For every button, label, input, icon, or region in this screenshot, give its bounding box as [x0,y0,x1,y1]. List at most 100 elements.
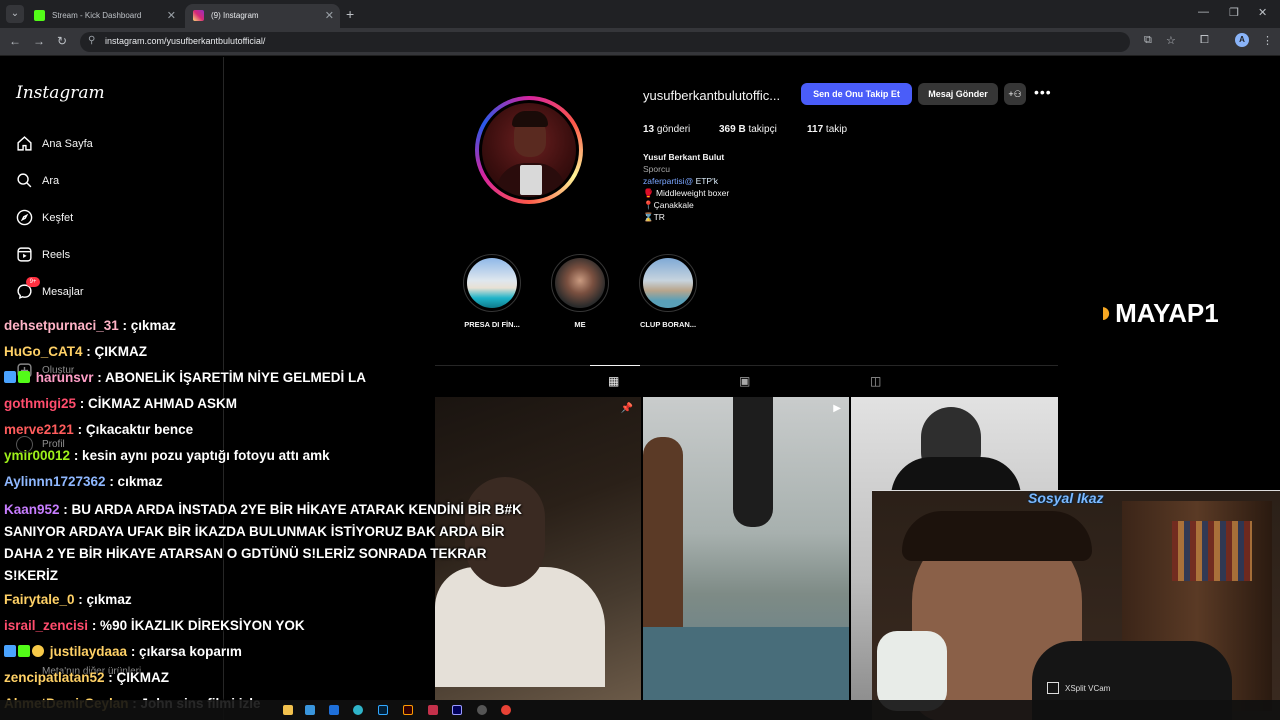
sidebar-item-home[interactable]: Ana Sayfa [16,133,206,157]
story-highlight[interactable]: ME [540,254,620,329]
photoshop-icon[interactable] [378,705,388,715]
chat-message: ymir00012 : kesin aynı pozu yaptığı foto… [4,448,330,463]
tab-title: (9) Instagram [211,11,259,20]
suggested-users-icon[interactable]: +⚇ [1004,83,1026,105]
xsplit-watermark: XSplit VCam [1047,682,1110,694]
outlook-icon[interactable] [329,705,339,715]
home-icon [17,136,32,151]
instagram-logo[interactable]: Instagram [16,83,105,103]
window-close-icon[interactable]: ✕ [1258,6,1267,19]
file-explorer-icon[interactable] [283,705,293,715]
story-highlight[interactable]: PRESA DI FİN... [452,254,532,329]
following-stat[interactable]: 117 takip [807,124,847,135]
send-message-button[interactable]: Mesaj Gönder [918,83,998,105]
highlight-label: CLUP BORAN... [639,320,697,329]
mayap1-logo: ◗MAYAP1 [1097,296,1219,330]
instagram-favicon-icon [193,10,204,21]
kick-favicon-icon [34,10,45,21]
chat-message: justilaydaaa : çıkarsa koparım [4,644,242,659]
forward-icon[interactable]: → [33,34,45,48]
chat-username: israil_zencisi [4,618,89,633]
chat-text: : çıkarsa koparım [127,644,242,659]
followers-stat[interactable]: 369 B takipçi [719,124,777,135]
edge-icon[interactable] [353,705,363,715]
profile-picture [479,100,579,200]
extensions-icon[interactable]: ⧠ [1200,34,1209,47]
browser-menu-icon[interactable]: ⋮ [1262,34,1273,47]
browser-tab-strip: ⌄ Stream - Kick Dashboard ✕ (9) Instagra… [0,0,1280,28]
following-count: 117 [807,124,824,135]
minimize-icon[interactable]: — [1198,6,1209,18]
chat-message: merve2121 : Çıkacaktır bence [4,422,193,437]
premiere-icon[interactable] [452,705,462,715]
sidebar-item-messages[interactable]: 9+ Mesajlar [16,277,206,305]
chat-username: harunsvr [35,370,94,385]
taskbar-app-icon[interactable] [428,705,438,715]
bio-mention[interactable]: zaferpartisi@ [643,176,693,186]
gifter-badge-icon [32,645,44,657]
verified-badge-icon [18,371,30,383]
posts-grid-tab-icon[interactable]: ▦ [608,374,619,388]
reload-icon[interactable]: ↻ [57,34,67,48]
followers-label: takipçi [748,124,777,135]
bio-link[interactable]: zaferpartisi@ ETP'k [643,175,729,187]
follow-back-button[interactable]: Sen de Onu Takip Et [801,83,912,105]
sidebar-item-search[interactable]: Ara [16,170,206,194]
posts-count: 13 [643,124,655,135]
browser-profile-avatar[interactable]: A [1235,33,1249,47]
chat-username: gothmigi25 [4,396,77,411]
following-label: takip [825,124,848,135]
profile-category: Sporcu [643,164,670,174]
sidebar-item-label: Mesajlar [42,286,84,298]
browser-tab-kick[interactable]: Stream - Kick Dashboard ✕ [26,4,182,28]
chat-message: israil_zencisi : %90 İKAZLIK DİREKSİYON … [4,618,305,633]
new-tab-icon[interactable]: + [346,6,354,22]
more-options-icon[interactable]: ••• [1034,84,1052,100]
site-info-icon[interactable]: ⚲ [88,35,95,46]
reels-icon [17,247,32,262]
chat-text: : ÇIKMAZ [82,344,148,359]
posts-label: gönderi [656,124,691,135]
sidebar-item-label: Reels [42,249,71,261]
restore-icon[interactable]: ❐ [1229,6,1239,19]
sidebar-item-explore[interactable]: Keşfet [16,207,206,231]
subscriber-badge-icon [4,645,16,657]
notification-badge: 9+ [26,277,40,287]
pinned-icon: 📌 [620,403,633,414]
profile-picture-story-ring[interactable] [475,96,583,204]
bio-line: 📍Çanakkale [643,200,694,210]
chat-text: : ABONELİK İŞARETİM NİYE GELMEDİ LA [93,370,367,385]
chat-username: Kaan952 [4,502,60,517]
browser-toolbar: ← → ↻ ⚲ instagram.com/yusufberkantbuluto… [0,28,1280,56]
taskbar-app-icon[interactable] [305,705,315,715]
highlight-label: ME [574,320,586,329]
browser-tab-instagram[interactable]: (9) Instagram ✕ [185,4,340,28]
cast-icon[interactable]: ⧉ [1144,34,1152,47]
explore-icon [16,209,33,226]
sidebar-item-label: Ana Sayfa [42,138,93,150]
sidebar-item-reels[interactable]: Reels [16,244,206,268]
search-icon [17,173,32,188]
back-icon[interactable]: ← [9,34,21,48]
sidebar-item-label: Keşfet [42,212,74,224]
chat-text: : %90 İKAZLIK DİREKSİYON YOK [88,618,305,633]
story-highlight[interactable]: CLUP BORAN... [628,254,708,329]
chat-message: Kaan952 : BU ARDA ARDA İNSTADA 2YE BİR H… [4,499,544,587]
chat-text: : BU ARDA ARDA İNSTADA 2YE BİR HİKAYE AT… [4,502,522,583]
chat-username: justilaydaaa [49,644,128,659]
illustrator-icon[interactable] [403,705,413,715]
close-tab-icon[interactable]: ✕ [325,4,334,28]
reels-tab-icon[interactable]: ▣ [739,374,750,388]
address-bar[interactable]: ⚲ instagram.com/yusufberkantbulutofficia… [80,32,1130,52]
tab-title: Stream - Kick Dashboard [52,11,142,20]
tagged-tab-icon[interactable]: ◫ [870,374,881,388]
post-thumbnail[interactable]: ▶ [643,397,849,700]
tab-search-icon[interactable]: ⌄ [6,5,24,23]
chrome-icon[interactable] [501,705,511,715]
chat-message: Aylinnn1727362 : cıkmaz [4,474,163,489]
chat-username: HuGo_CAT4 [4,344,83,359]
subscriber-badge-icon [4,371,16,383]
close-tab-icon[interactable]: ✕ [167,4,176,28]
obs-icon[interactable] [477,705,487,715]
bookmark-star-icon[interactable]: ☆ [1166,34,1176,47]
